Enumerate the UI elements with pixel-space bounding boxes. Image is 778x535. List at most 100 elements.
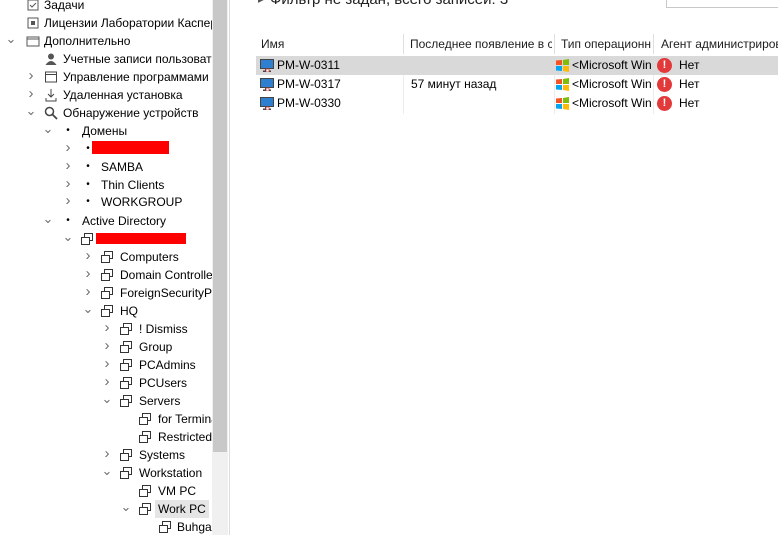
tree-item-dismiss[interactable]: ! Dismiss bbox=[0, 320, 212, 338]
tree-item-restricted[interactable]: Restricted bbox=[0, 428, 212, 446]
chevron-right-icon[interactable] bbox=[101, 320, 113, 338]
last-seen bbox=[411, 56, 551, 75]
navigation-tree: Задачи Лицензии Лаборатории Касперского … bbox=[0, 0, 212, 535]
tree-item-vm-pc[interactable]: VM PC bbox=[0, 482, 212, 500]
tree-item-label: WORKGROUP bbox=[101, 195, 183, 209]
tree-item-foreign-security-principals[interactable]: ForeignSecurityPrincipals bbox=[0, 284, 212, 302]
tree-item-licenses[interactable]: Лицензии Лаборатории Касперского bbox=[0, 14, 212, 32]
chevron-down-icon[interactable] bbox=[25, 104, 37, 122]
ad-container-icon bbox=[139, 503, 151, 515]
bullet-icon: • bbox=[86, 196, 90, 207]
redaction-mark bbox=[96, 233, 186, 244]
ad-container-icon bbox=[139, 431, 151, 443]
tree-item-for-terminal[interactable]: for Terminal bbox=[0, 410, 212, 428]
chevron-right-icon[interactable] bbox=[101, 356, 113, 374]
tree-item-systems[interactable]: Systems bbox=[0, 446, 212, 464]
tree-item-samba[interactable]: • SAMBA bbox=[0, 158, 212, 176]
chevron-right-icon[interactable] bbox=[101, 338, 113, 356]
chevron-right-icon[interactable] bbox=[62, 158, 74, 176]
chevron-right-icon[interactable] bbox=[101, 446, 113, 464]
chevron-down-icon[interactable] bbox=[5, 32, 17, 50]
admin-agent-status: Нет bbox=[679, 77, 700, 91]
tree-item-domain-controllers[interactable]: Domain Controllers bbox=[0, 266, 212, 284]
table-row[interactable]: PM-W-0311 <Microsoft Windows> ! Нет bbox=[256, 56, 778, 75]
tree-item-work-pc[interactable]: Work PC bbox=[0, 500, 212, 518]
tree-item-servers[interactable]: Servers bbox=[0, 392, 212, 410]
os-type: <Microsoft Windows> bbox=[572, 58, 652, 72]
tree-item-label: Buhgalteria bbox=[177, 520, 212, 534]
computer-icon bbox=[260, 97, 274, 110]
tree-item-app-management[interactable]: Управление программами bbox=[0, 68, 212, 86]
tree-item-remote-install[interactable]: Удаленная установка bbox=[0, 86, 212, 104]
tree-item-label: for Terminal bbox=[158, 412, 212, 426]
tree-item-ad-domain-redacted[interactable] bbox=[0, 230, 212, 248]
tree-item-label: Group bbox=[139, 340, 173, 354]
column-divider[interactable] bbox=[403, 34, 404, 54]
column-header-name[interactable]: Имя bbox=[261, 34, 401, 54]
tree-item-group[interactable]: Group bbox=[0, 338, 212, 356]
chevron-right-icon[interactable] bbox=[82, 266, 94, 284]
tree-item-advanced[interactable]: Дополнительно bbox=[0, 32, 212, 50]
tree-item-hq[interactable]: HQ bbox=[0, 302, 212, 320]
tree-item-label: SAMBA bbox=[101, 160, 144, 174]
tree-item-active-directory[interactable]: • Active Directory bbox=[0, 212, 212, 230]
tree-item-domains[interactable]: • Домены bbox=[0, 122, 212, 140]
tree-item-label: Управление программами bbox=[63, 70, 209, 84]
chevron-right-icon[interactable] bbox=[62, 140, 74, 158]
chevron-down-icon[interactable] bbox=[42, 122, 54, 140]
chevron-right-icon[interactable] bbox=[82, 284, 94, 302]
ad-container-icon bbox=[139, 413, 151, 425]
tree-item-label: Workstation bbox=[139, 466, 203, 480]
chevron-right-icon[interactable] bbox=[62, 193, 74, 211]
last-seen bbox=[411, 94, 551, 113]
install-icon bbox=[45, 89, 57, 102]
table-row[interactable]: PM-W-0330 <Microsoft Windows> ! Нет bbox=[256, 94, 778, 113]
ad-container-icon bbox=[120, 395, 132, 407]
tree-item-label: Domain Controllers bbox=[120, 268, 212, 282]
tree-item-label: Задачи bbox=[44, 0, 85, 12]
tree-item-label: HQ bbox=[120, 304, 138, 318]
tree-item-workstation[interactable]: Workstation bbox=[0, 464, 212, 482]
tree-item-label: Лицензии Лаборатории Касперского bbox=[44, 16, 212, 30]
search-input[interactable] bbox=[666, 0, 778, 8]
chevron-down-icon[interactable] bbox=[101, 392, 113, 410]
chevron-down-icon[interactable] bbox=[82, 302, 94, 320]
bullet-icon: • bbox=[66, 125, 70, 136]
tree-item-computers[interactable]: Computers bbox=[0, 248, 212, 266]
tree-item-thin-clients[interactable]: • Thin Clients bbox=[0, 176, 212, 194]
chevron-down-icon[interactable] bbox=[42, 212, 54, 230]
table-row[interactable]: PM-W-0317 57 минут назад <Microsoft Wind… bbox=[256, 75, 778, 94]
tree-item-pcadmins[interactable]: PCAdmins bbox=[0, 356, 212, 374]
bullet-icon: • bbox=[86, 143, 90, 154]
tree-item-workgroup[interactable]: • WORKGROUP bbox=[0, 193, 212, 211]
chevron-right-icon[interactable] bbox=[25, 68, 37, 86]
user-icon bbox=[45, 53, 57, 65]
tree-item-device-discovery[interactable]: Обнаружение устройств bbox=[0, 104, 212, 122]
chevron-down-icon[interactable] bbox=[101, 464, 113, 482]
tree-item-label: Обнаружение устройств bbox=[63, 106, 199, 120]
chevron-down-icon[interactable] bbox=[62, 230, 74, 248]
filter-status-text: Фильтр не задан, всего записей: 3 bbox=[270, 0, 508, 8]
column-header-os-type[interactable]: Тип операционной системы bbox=[561, 34, 651, 54]
tree-scrollbar-thumb[interactable] bbox=[213, 0, 227, 452]
computer-icon bbox=[260, 78, 274, 91]
ad-container-icon bbox=[101, 305, 113, 317]
tree-item-pcusers[interactable]: PCUsers bbox=[0, 374, 212, 392]
column-divider[interactable] bbox=[554, 34, 555, 54]
chevron-down-icon[interactable] bbox=[120, 500, 132, 518]
tree-item-tasks[interactable]: Задачи bbox=[0, 0, 212, 14]
tree-item-user-accounts[interactable]: Учетные записи пользователей bbox=[0, 50, 212, 68]
column-divider[interactable] bbox=[653, 34, 654, 54]
chevron-right-icon[interactable] bbox=[82, 248, 94, 266]
ad-container-icon bbox=[81, 233, 93, 245]
column-header-last-seen[interactable]: Последнее появление в сети bbox=[410, 34, 552, 54]
chevron-right-icon[interactable] bbox=[101, 374, 113, 392]
ad-container-icon bbox=[101, 287, 113, 299]
chevron-right-icon[interactable] bbox=[25, 86, 37, 104]
tree-item-domain-redacted[interactable]: • bbox=[0, 140, 212, 158]
tree-item-label: Computers bbox=[120, 250, 179, 264]
column-header-admin-agent[interactable]: Агент администрирования bbox=[661, 34, 778, 54]
tree-item-buhgalteria[interactable]: Buhgalteria bbox=[0, 518, 212, 535]
chevron-right-icon[interactable]: ▸ bbox=[258, 0, 264, 6]
ad-container-icon bbox=[120, 449, 132, 461]
